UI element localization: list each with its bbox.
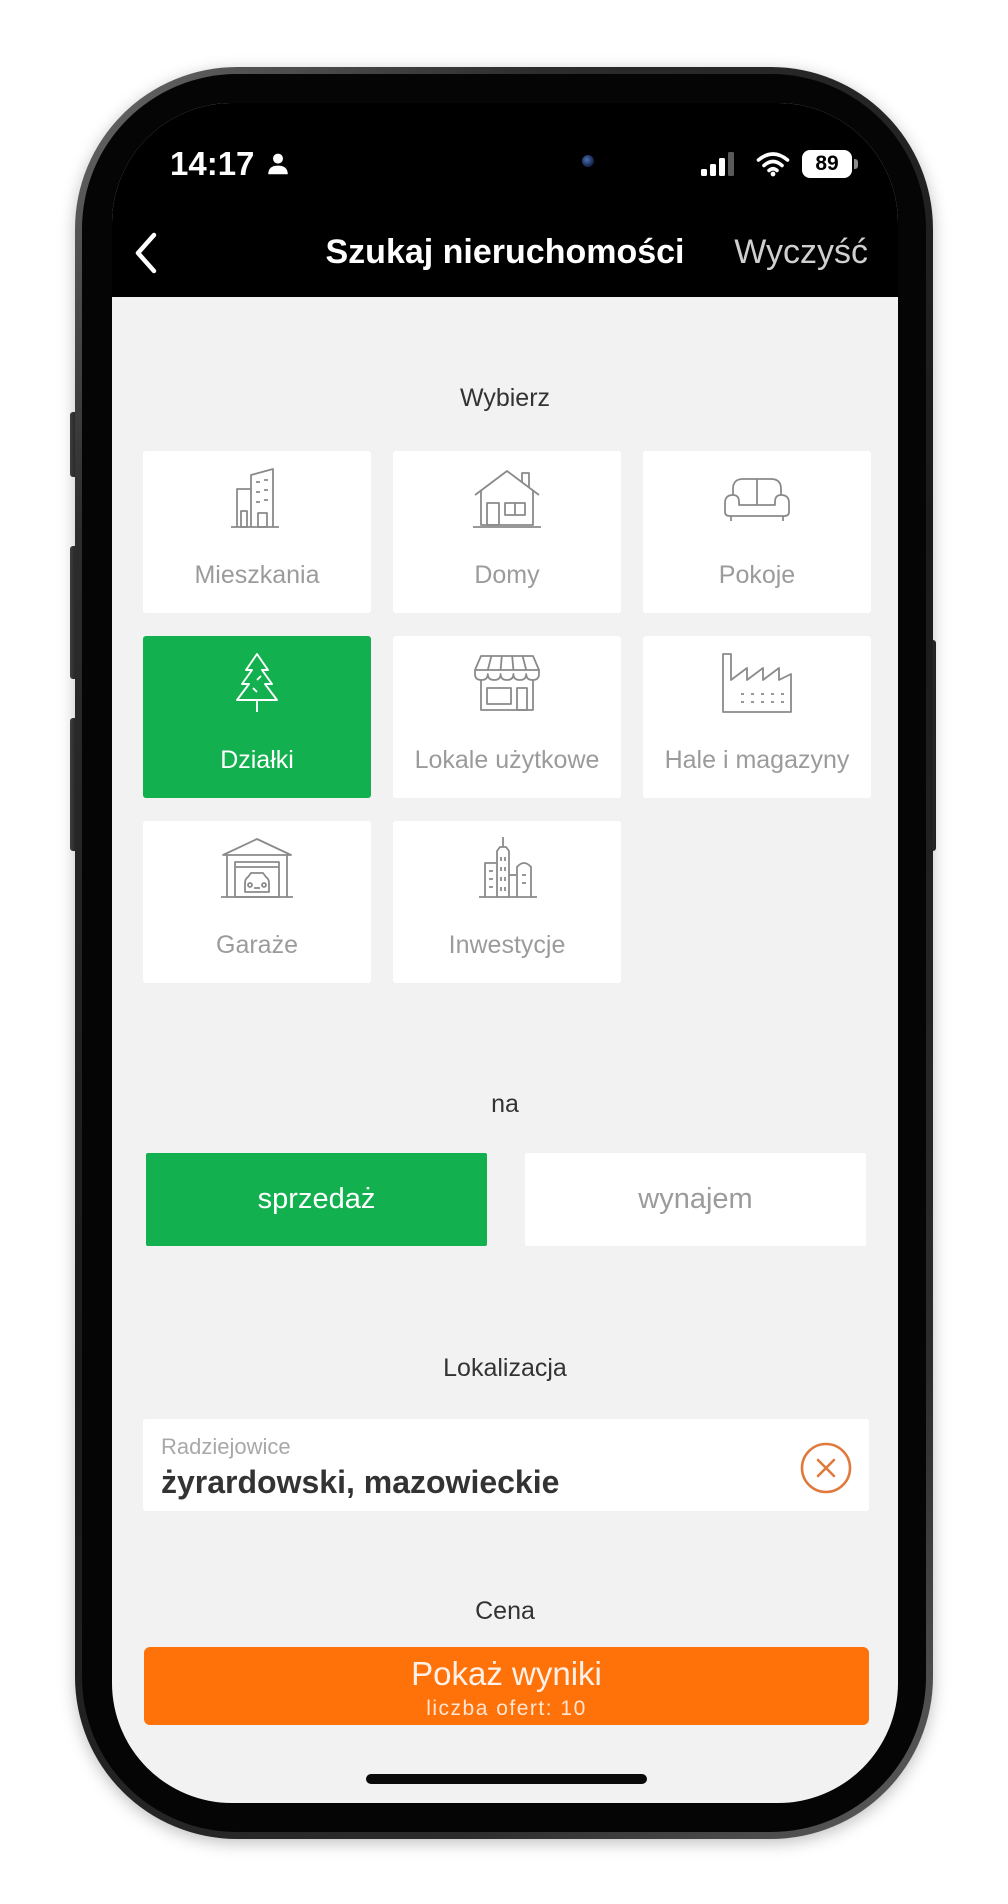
- chevron-left-icon[interactable]: [130, 229, 162, 277]
- battery-level: 89: [802, 150, 852, 178]
- location-field[interactable]: Radziejowice żyrardowski, mazowieckie: [143, 1419, 869, 1511]
- front-camera: [582, 155, 594, 167]
- location-heading: Lokalizacja: [443, 1354, 567, 1382]
- city-icon: [467, 835, 547, 901]
- close-circle-icon[interactable]: [799, 1441, 853, 1495]
- category-tile-garaze[interactable]: Garaże: [143, 821, 371, 983]
- garage-icon: [217, 835, 297, 901]
- property-type-grid: Mieszkania Domy Pokoje Działki Lokale uż…: [143, 451, 871, 983]
- location-place: Radziejowice: [161, 1434, 291, 1459]
- wifi-icon: [756, 150, 790, 177]
- show-results-button[interactable]: Pokaż wyniki liczba ofert: 10: [144, 1647, 869, 1725]
- category-tile-domy[interactable]: Domy: [393, 451, 621, 613]
- category-label: Hale i magazyny: [664, 746, 850, 774]
- category-tile-mieszkania[interactable]: Mieszkania: [143, 451, 371, 613]
- location-region: żyrardowski, mazowieckie: [161, 1464, 560, 1500]
- signal-icon: [700, 151, 736, 177]
- person-icon: [265, 151, 291, 177]
- app-header: 14:17 89 Szukaj nieruchomości Wyczyść: [112, 103, 898, 297]
- category-label: Inwestycje: [448, 931, 566, 959]
- battery-tip: [854, 159, 858, 169]
- offer-count: liczba ofert: 10: [426, 1697, 587, 1720]
- clear-filters-button[interactable]: Wyczyść: [734, 231, 868, 273]
- show-results-label: Pokaż wyniki: [411, 1655, 602, 1692]
- phone-screen: 14:17 89 Szukaj nieruchomości Wyczyść Wy…: [112, 103, 898, 1803]
- category-label: Garaże: [216, 931, 298, 959]
- category-label: Lokale użytkowe: [414, 746, 600, 774]
- category-tile-pokoje[interactable]: Pokoje: [643, 451, 871, 613]
- building-icon: [217, 465, 297, 531]
- home-indicator[interactable]: [366, 1774, 647, 1784]
- category-label: Pokoje: [718, 561, 796, 589]
- tree-icon: [217, 650, 297, 716]
- category-label: Domy: [474, 561, 540, 589]
- category-label: Mieszkania: [194, 561, 320, 589]
- category-label: Działki: [220, 746, 294, 774]
- page-title: Szukaj nieruchomości: [325, 233, 685, 271]
- battery-icon: 89: [802, 150, 858, 178]
- transaction-heading: na: [491, 1090, 519, 1118]
- property-type-heading: Wybierz: [459, 384, 551, 412]
- category-tile-lokale-uzytkowe[interactable]: Lokale użytkowe: [393, 636, 621, 798]
- category-tile-hale-i-magazyny[interactable]: Hale i magazyny: [643, 636, 871, 798]
- category-tile-inwestycje[interactable]: Inwestycje: [393, 821, 621, 983]
- shop-icon: [467, 650, 547, 716]
- rent-option-button[interactable]: wynajem: [525, 1153, 866, 1246]
- house-icon: [467, 465, 547, 531]
- price-heading: Cena: [475, 1597, 535, 1625]
- category-tile-dzialki[interactable]: Działki: [143, 636, 371, 798]
- sofa-icon: [717, 465, 797, 531]
- sale-option-button[interactable]: sprzedaż: [146, 1153, 487, 1246]
- factory-icon: [717, 650, 797, 716]
- status-time: 14:17: [170, 145, 255, 182]
